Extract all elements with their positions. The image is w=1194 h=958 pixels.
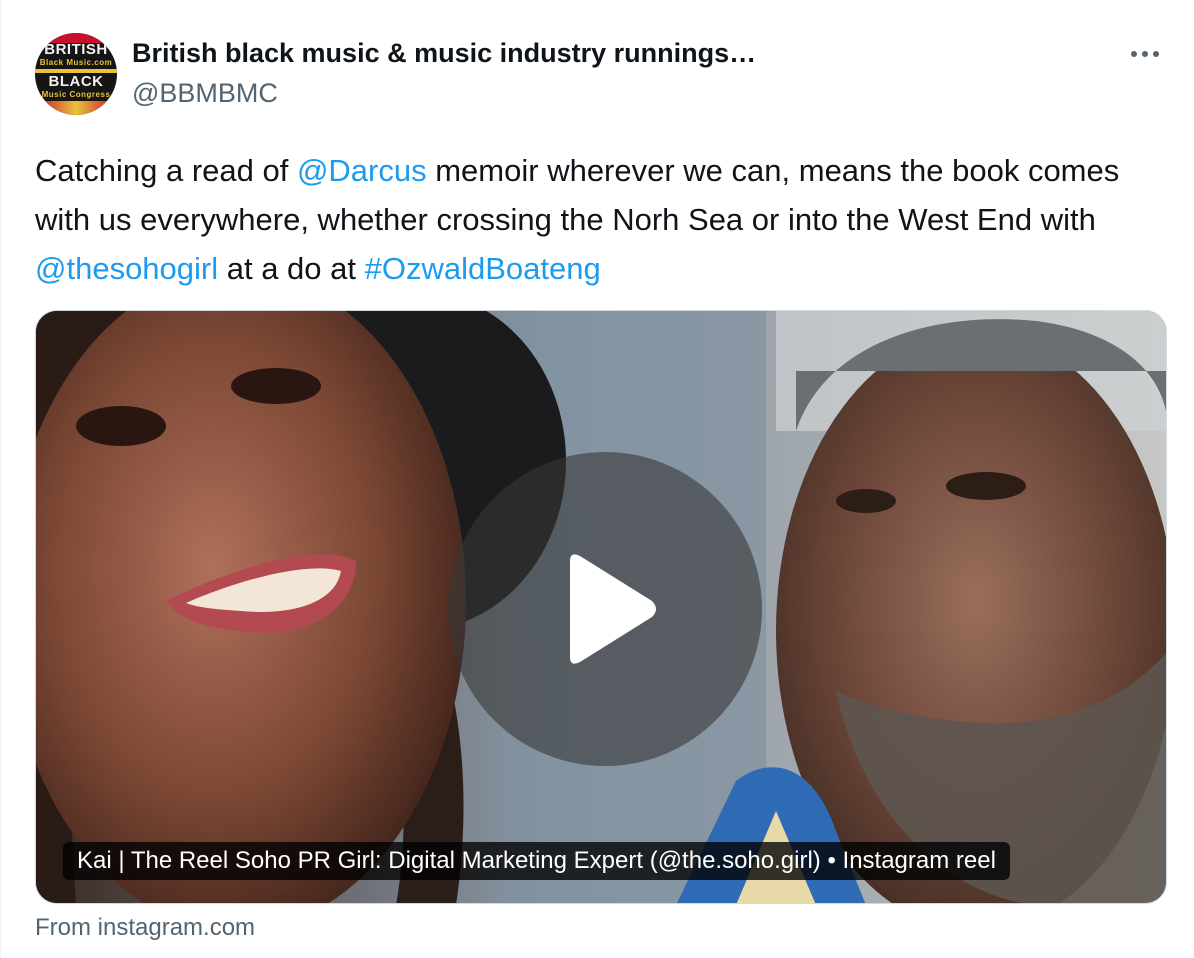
play-video-button[interactable]	[448, 452, 762, 766]
author-display-name[interactable]: British black music & music industry run…	[132, 38, 756, 69]
author-handle[interactable]: @BBMBMC	[132, 78, 278, 109]
tweet-text: Catching a read of @Darcus memoir wherev…	[35, 146, 1165, 293]
hashtag-ozwaldboateng-link[interactable]: #OzwaldBoateng	[365, 251, 601, 286]
author-avatar[interactable]: BRITISH Black Music.com BLACK Music Cong…	[35, 33, 117, 115]
tweet-text-segment: Catching a read of	[35, 153, 297, 188]
play-icon	[570, 554, 656, 664]
tweet-card[interactable]: BRITISH Black Music.com BLACK Music Cong…	[0, 0, 1194, 958]
tweet-text-segment: at a do at	[218, 251, 365, 286]
more-horizontal-icon	[1131, 51, 1159, 57]
media-source[interactable]: From instagram.com	[35, 914, 255, 942]
mention-thesohogirl-link[interactable]: @thesohogirl	[35, 251, 218, 286]
mention-darcus-link[interactable]: @Darcus	[297, 153, 427, 188]
avatar-logo-line3: BLACK	[48, 73, 104, 90]
avatar-logo-line2: Black Music.com	[39, 58, 113, 67]
avatar-logo-line4: Music Congress	[41, 90, 111, 99]
media-card[interactable]: Kai | The Reel Soho PR Girl: Digital Mar…	[35, 310, 1167, 904]
more-options-button[interactable]	[1125, 36, 1165, 72]
avatar-stripe-bottom	[35, 101, 117, 115]
media-caption: Kai | The Reel Soho PR Girl: Digital Mar…	[63, 842, 1010, 880]
avatar-logo-line1: BRITISH	[44, 41, 108, 58]
